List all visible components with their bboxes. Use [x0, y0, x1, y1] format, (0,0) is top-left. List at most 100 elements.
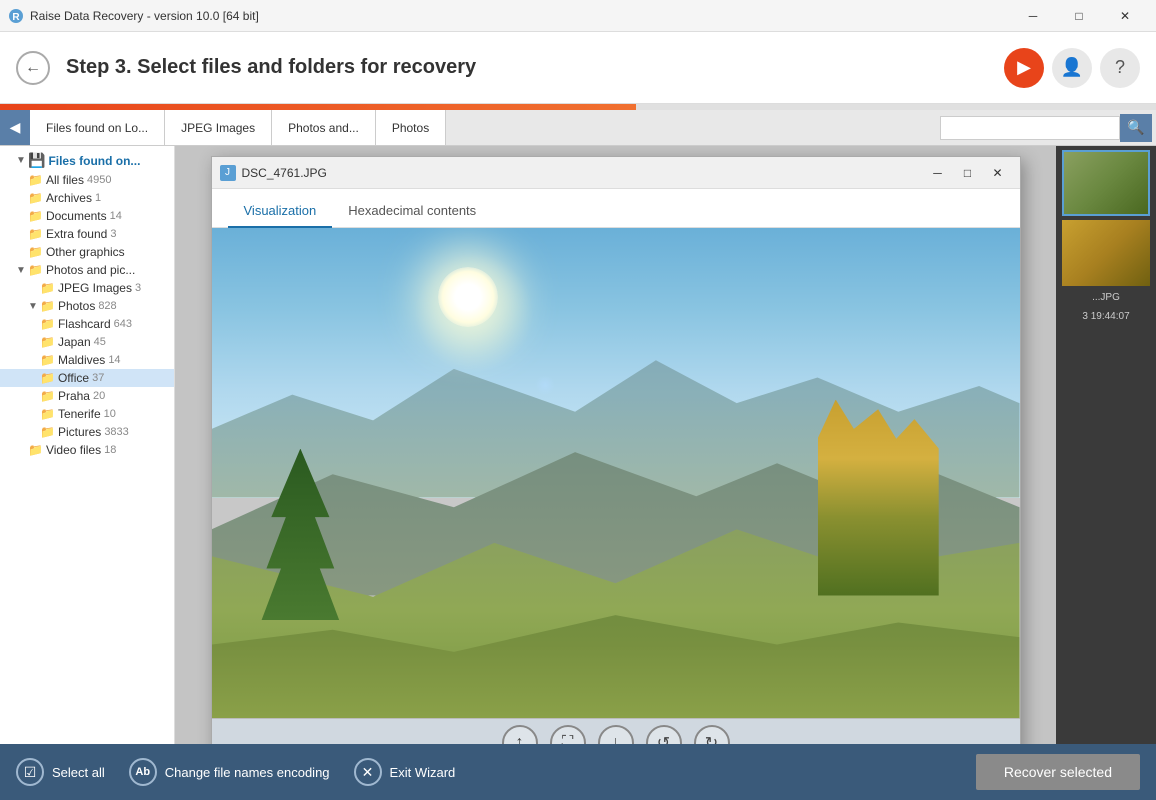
- thumbnail-image: [1064, 152, 1148, 214]
- modal-overlay: J DSC_4761.JPG ─ □ ✕ Visualization Hexad…: [175, 146, 1056, 744]
- tree-item-maldives[interactable]: 📁 Maldives 14: [0, 351, 174, 369]
- recover-selected-button[interactable]: Recover selected: [976, 754, 1140, 790]
- change-encoding-button[interactable]: Ab Change file names encoding: [129, 758, 330, 786]
- tab-photos[interactable]: Photos: [376, 110, 446, 145]
- tree-item-praha[interactable]: 📁 Praha 20: [0, 387, 174, 405]
- folder-icon: 📁: [40, 407, 55, 421]
- tree-item-pictures[interactable]: 📁 Pictures 3833: [0, 423, 174, 441]
- tree-item-extra-found[interactable]: 📁 Extra found 3: [0, 225, 174, 243]
- app-icon: R: [8, 8, 24, 24]
- bottom-bar: ☑ Select all Ab Change file names encodi…: [0, 744, 1156, 800]
- preview-thumbnail-2[interactable]: [1062, 220, 1150, 286]
- scroll-down-button[interactable]: ↓: [598, 725, 634, 745]
- step-description: Select files and folders for recovery: [137, 56, 476, 78]
- progress-fill: [0, 104, 636, 110]
- drive-icon: 💾: [28, 152, 45, 169]
- tree-item-flashcard[interactable]: 📁 Flashcard 643: [0, 315, 174, 333]
- main-area: ▼ 💾 Files found on... 📁 All files 4950 📁…: [0, 146, 1156, 744]
- folder-icon: 📁: [40, 389, 55, 403]
- user-button[interactable]: 👤: [1052, 48, 1092, 88]
- tab-toggle-button[interactable]: ◀: [0, 110, 30, 145]
- exit-icon: ✕: [354, 758, 382, 786]
- close-button[interactable]: ✕: [1102, 0, 1148, 32]
- step-title: Step 3. Select files and folders for rec…: [66, 56, 476, 79]
- tab-visualization[interactable]: Visualization: [228, 197, 333, 228]
- window-controls: ─ □ ✕: [1010, 0, 1148, 32]
- preview-modal: J DSC_4761.JPG ─ □ ✕ Visualization Hexad…: [211, 156, 1021, 744]
- tab-files-found[interactable]: Files found on Lo...: [30, 110, 165, 145]
- folder-icon: 📁: [28, 227, 43, 241]
- modal-title: DSC_4761.JPG: [242, 166, 924, 180]
- step-header: ← Step 3. Select files and folders for r…: [0, 32, 1156, 104]
- folder-icon: 📁: [40, 425, 55, 439]
- search-button[interactable]: 🔍: [1120, 114, 1152, 142]
- folder-icon: 📁: [28, 443, 43, 457]
- photo-display: [212, 228, 1020, 718]
- preview-panel: ...JPG 3 19:44:07: [1056, 146, 1156, 744]
- scroll-up-button[interactable]: ↑: [502, 725, 538, 745]
- folder-icon: 📁: [40, 281, 55, 295]
- tree-item-photos[interactable]: ▼ 📁 Photos 828: [0, 297, 174, 315]
- back-icon: ←: [25, 59, 41, 77]
- photo-trees-right: [818, 400, 939, 596]
- tree-item-photos-and-pic[interactable]: ▼ 📁 Photos and pic...: [0, 261, 174, 279]
- modal-controls: ─ □ ✕: [924, 162, 1012, 184]
- progress-bar: [0, 104, 1156, 110]
- content-area: J DSC_4761.JPG ─ □ ✕ Visualization Hexad…: [175, 146, 1056, 744]
- photo-lens-flare: [535, 375, 555, 395]
- folder-icon: 📁: [28, 263, 43, 277]
- back-button[interactable]: ←: [16, 51, 50, 85]
- tree-item-video-files[interactable]: 📁 Video files 18: [0, 441, 174, 459]
- titlebar: R Raise Data Recovery - version 10.0 [64…: [0, 0, 1156, 32]
- tree-item-documents[interactable]: 📁 Documents 14: [0, 207, 174, 225]
- tab-jpeg-images[interactable]: JPEG Images: [165, 110, 272, 145]
- tree-item-archives[interactable]: 📁 Archives 1: [0, 189, 174, 207]
- modal-file-icon: J: [220, 165, 236, 181]
- header-actions: ▶ 👤 ?: [1004, 48, 1140, 88]
- photo-sun: [438, 267, 498, 327]
- play-button[interactable]: ▶: [1004, 48, 1044, 88]
- preview-datetime: 3 19:44:07: [1078, 309, 1133, 324]
- folder-icon: 📁: [40, 299, 55, 313]
- folder-icon: 📁: [40, 335, 55, 349]
- thumbnail-image: [1062, 220, 1150, 286]
- search-box: 🔍: [940, 110, 1156, 145]
- tab-bar: ◀ Files found on Lo... JPEG Images Photo…: [0, 110, 1156, 146]
- file-tree-sidebar: ▼ 💾 Files found on... 📁 All files 4950 📁…: [0, 146, 175, 744]
- modal-maximize-button[interactable]: □: [954, 162, 982, 184]
- tab-hexadecimal[interactable]: Hexadecimal contents: [332, 197, 492, 228]
- tab-photos-and[interactable]: Photos and...: [272, 110, 376, 145]
- folder-icon: 📁: [40, 371, 55, 385]
- tree-item-jpeg-images[interactable]: 📁 JPEG Images 3: [0, 279, 174, 297]
- tree-item-tenerife[interactable]: 📁 Tenerife 10: [0, 405, 174, 423]
- rotate-right-button[interactable]: ↻: [694, 725, 730, 745]
- folder-icon: 📁: [28, 173, 43, 187]
- fit-screen-button[interactable]: ⛶: [550, 725, 586, 745]
- tree-root[interactable]: ▼ 💾 Files found on...: [0, 150, 174, 171]
- modal-toolbar: ↑ ⛶ ↓ ↺ ↻: [212, 718, 1020, 744]
- svg-text:R: R: [12, 12, 20, 23]
- folder-icon: 📁: [28, 209, 43, 223]
- folder-icon: 📁: [40, 353, 55, 367]
- change-encoding-icon: Ab: [129, 758, 157, 786]
- minimize-button[interactable]: ─: [1010, 0, 1056, 32]
- tree-item-other-graphics[interactable]: 📁 Other graphics: [0, 243, 174, 261]
- search-input[interactable]: [940, 116, 1120, 140]
- modal-minimize-button[interactable]: ─: [924, 162, 952, 184]
- preview-thumbnail-1[interactable]: [1062, 150, 1150, 216]
- modal-close-button[interactable]: ✕: [984, 162, 1012, 184]
- modal-tabs: Visualization Hexadecimal contents: [212, 189, 1020, 228]
- maximize-button[interactable]: □: [1056, 0, 1102, 32]
- folder-icon: 📁: [28, 245, 43, 259]
- rotate-left-button[interactable]: ↺: [646, 725, 682, 745]
- tree-item-japan[interactable]: 📁 Japan 45: [0, 333, 174, 351]
- help-button[interactable]: ?: [1100, 48, 1140, 88]
- tree-item-office[interactable]: 📁 Office 37: [0, 369, 174, 387]
- select-all-button[interactable]: ☑ Select all: [16, 758, 105, 786]
- folder-icon: 📁: [28, 191, 43, 205]
- tree-item-all-files[interactable]: 📁 All files 4950: [0, 171, 174, 189]
- app-title: Raise Data Recovery - version 10.0 [64 b…: [30, 9, 1010, 23]
- exit-wizard-button[interactable]: ✕ Exit Wizard: [354, 758, 456, 786]
- modal-photo-content: [212, 228, 1020, 718]
- folder-icon: 📁: [40, 317, 55, 331]
